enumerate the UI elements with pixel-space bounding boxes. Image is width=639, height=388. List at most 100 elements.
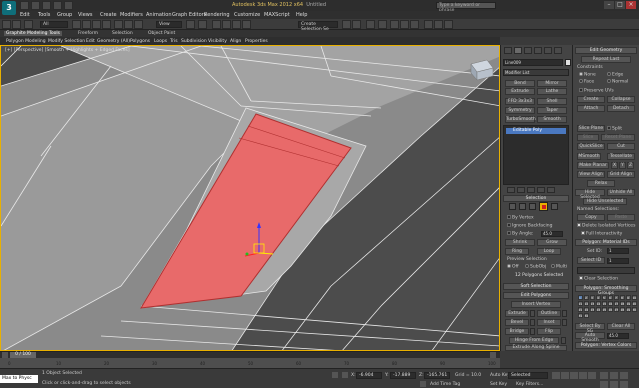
show-end-result-icon[interactable] — [517, 187, 525, 193]
close-icon[interactable]: × — [626, 1, 636, 9]
rectangular-selection-icon[interactable] — [92, 20, 101, 29]
cut-button[interactable]: Cut — [607, 143, 635, 150]
remove-modifier-icon[interactable] — [537, 187, 545, 193]
select-id-spinner[interactable]: 1 — [607, 258, 629, 264]
viewport-label[interactable]: [+] [Perspective] [Smooth + Highlights +… — [5, 48, 130, 53]
zoom-icon[interactable] — [600, 372, 608, 379]
edge-mode-icon[interactable] — [519, 203, 526, 210]
tab-graphite-modeling-tools[interactable]: Graphite Modeling Tools — [4, 31, 63, 36]
tab-selection[interactable]: Selection — [112, 31, 133, 36]
grid-align-button[interactable]: Grid Align — [607, 171, 635, 178]
view-align-button[interactable]: View Align — [577, 171, 605, 178]
outline-button[interactable]: Outline — [537, 310, 561, 317]
preview-multi-radio[interactable]: Multi — [551, 264, 567, 270]
search-input[interactable]: Type a keyword or phrase — [436, 2, 496, 13]
menu-group[interactable]: Group — [57, 12, 72, 18]
pivot-center-icon[interactable] — [186, 20, 195, 29]
smoothing-group-6[interactable]: 6 — [607, 294, 613, 300]
planar-y-button[interactable]: Y — [619, 162, 626, 169]
select-move-icon[interactable] — [114, 20, 123, 29]
mod-bend-button[interactable]: Bend — [505, 80, 535, 87]
add-time-tag-button[interactable]: Add Time Tag — [430, 382, 460, 387]
planar-z-button[interactable]: Z — [627, 162, 634, 169]
select-rotate-icon[interactable] — [124, 20, 133, 29]
ribbon-geometry-all[interactable]: Geometry (All) — [97, 39, 130, 44]
full-interactivity-checkbox[interactable]: Full Interactivity — [581, 231, 622, 237]
material-ids-rollout-header[interactable]: Polygon: Material IDs — [575, 239, 637, 246]
slice-plane-button[interactable]: Slice Plane — [577, 125, 605, 132]
smoothing-group-30[interactable]: 30 — [631, 306, 637, 312]
collapse-button[interactable]: Collapse — [607, 96, 635, 103]
make-planar-button[interactable]: Make Planar — [577, 162, 609, 169]
create-tab-icon[interactable] — [504, 47, 512, 54]
delete-isolated-checkbox[interactable]: Delete Isolated Vertices — [577, 223, 635, 229]
motion-tab-icon[interactable] — [534, 47, 542, 54]
redo-icon[interactable] — [12, 20, 21, 29]
render-teapot-icon[interactable] — [444, 20, 453, 29]
menu-maxscript[interactable]: MAXScript — [264, 12, 290, 18]
smoothing-group-24[interactable]: 24 — [595, 306, 601, 312]
select-by-name-icon[interactable] — [82, 20, 91, 29]
undo-icon[interactable] — [2, 20, 11, 29]
set-key-button[interactable]: Set Key — [490, 382, 507, 387]
ribbon-properties[interactable]: Properties — [245, 39, 268, 44]
hide-selected-button[interactable]: Hide Selected — [575, 189, 605, 200]
select-object-icon[interactable] — [72, 20, 81, 29]
perspective-viewport[interactable]: [+] [Perspective] [Smooth + Highlights +… — [0, 45, 500, 351]
mod-ffd-button[interactable]: FFD 3x3x3 — [505, 98, 535, 105]
select-manipulate-icon[interactable] — [198, 20, 207, 29]
smoothing-group-4[interactable]: 4 — [595, 294, 601, 300]
mod-lathe-button[interactable]: Lathe — [537, 88, 567, 95]
quick-save-icon[interactable] — [42, 1, 51, 10]
mirror-icon[interactable] — [342, 20, 351, 29]
bridge-button[interactable]: Bridge — [505, 328, 529, 335]
smoothing-group-5[interactable]: 5 — [601, 294, 607, 300]
ribbon-align[interactable]: Align — [230, 39, 241, 44]
hinge-settings-icon[interactable] — [561, 337, 566, 344]
y-coordinate-field[interactable]: -17.889 — [390, 372, 416, 379]
by-vertex-checkbox[interactable]: By Vertex — [507, 215, 534, 221]
auto-smooth-spinner[interactable]: 45.0 — [607, 333, 629, 339]
menu-tools[interactable]: Tools — [38, 12, 50, 18]
material-name-dropdown[interactable] — [577, 267, 635, 274]
make-unique-icon[interactable] — [527, 187, 535, 193]
snap-toggle-icon[interactable] — [212, 20, 221, 29]
smoothing-group-13[interactable]: 13 — [589, 300, 595, 306]
x-coordinate-field[interactable]: -6.904 — [356, 372, 382, 379]
prev-frame-icon[interactable] — [561, 372, 569, 379]
smoothing-group-17[interactable]: 17 — [613, 300, 619, 306]
clear-selection-checkbox[interactable]: Clear Selection — [579, 276, 618, 282]
absolute-mode-icon[interactable] — [342, 372, 348, 378]
smoothing-group-12[interactable]: 12 — [583, 300, 589, 306]
orbit-icon[interactable] — [610, 381, 618, 388]
z-coordinate-field[interactable]: -165.761 — [424, 372, 450, 379]
ribbon-edit[interactable]: Edit — [86, 39, 95, 44]
undo-icon[interactable] — [53, 1, 62, 10]
graphite-toggle-icon[interactable] — [378, 20, 387, 29]
utilities-tab-icon[interactable] — [554, 47, 562, 54]
smoothing-group-31[interactable]: 31 — [577, 312, 583, 318]
menu-rendering[interactable]: Rendering — [204, 12, 230, 18]
smoothing-group-11[interactable]: 11 — [577, 300, 583, 306]
ribbon-modify-selection[interactable]: Modify Selection — [48, 39, 85, 44]
edit-geometry-rollout-header[interactable]: Edit Geometry — [575, 47, 637, 54]
bevel-button[interactable]: Bevel — [505, 319, 529, 326]
grow-button[interactable]: Grow — [537, 239, 567, 246]
smoothing-group-20[interactable]: 20 — [631, 300, 637, 306]
smoothing-group-23[interactable]: 23 — [589, 306, 595, 312]
constraint-normal-radio[interactable]: Normal — [607, 79, 628, 85]
smoothing-group-19[interactable]: 19 — [625, 300, 631, 306]
selection-filter-dropdown[interactable]: All — [40, 21, 68, 28]
next-frame-icon[interactable] — [579, 372, 587, 379]
msmooth-button[interactable]: MSmooth — [577, 153, 601, 160]
quick-new-icon[interactable] — [20, 1, 29, 10]
lock-selection-icon[interactable] — [332, 372, 338, 378]
smoothing-group-3[interactable]: 3 — [589, 294, 595, 300]
play-icon[interactable] — [570, 372, 578, 379]
select-by-sg-button[interactable]: Select By SG — [575, 323, 605, 334]
pan-icon[interactable] — [620, 372, 628, 379]
time-slider[interactable]: 0 / 100 — [0, 351, 500, 358]
menu-edit[interactable]: Edit — [20, 12, 30, 18]
menu-customize[interactable]: Customize — [234, 12, 260, 18]
mod-shell-button[interactable]: Shell — [537, 98, 567, 105]
